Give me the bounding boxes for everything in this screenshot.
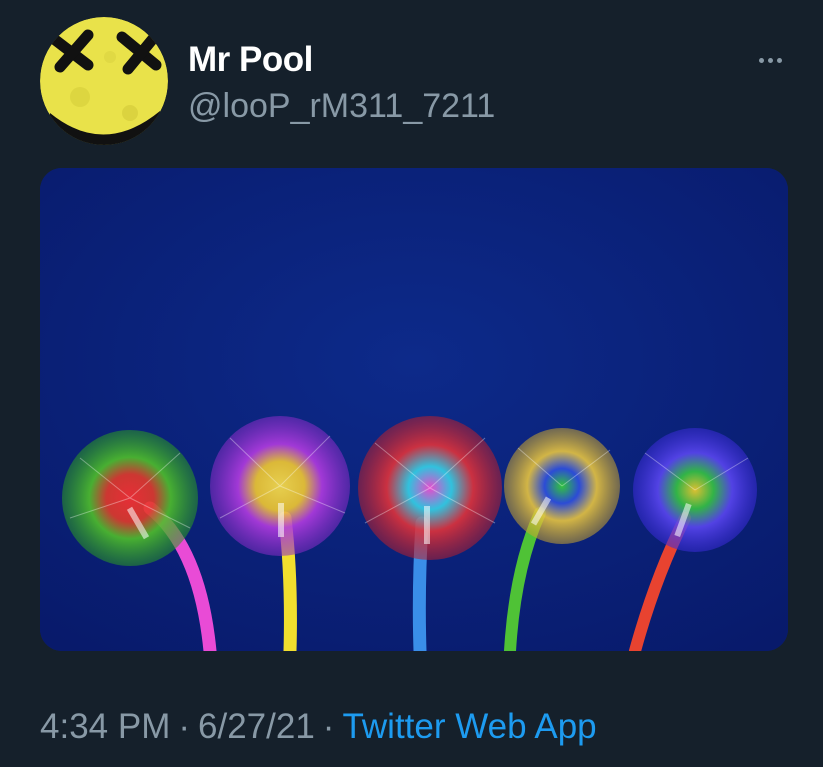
more-options-button[interactable] [745, 46, 795, 74]
user-handle[interactable]: @looP_rM311_7211 [188, 84, 495, 128]
separator: · [178, 707, 191, 746]
avatar[interactable] [40, 17, 168, 145]
tweet-media-image[interactable] [40, 168, 788, 651]
tweet-source-link[interactable]: Twitter Web App [342, 707, 596, 746]
more-horizontal-icon [776, 57, 782, 63]
dandelions-illustration [40, 168, 788, 651]
display-name[interactable]: Mr Pool [188, 38, 313, 82]
tweet: Mr Pool @looP_rM311_7211 4:34 PM · 6/27/… [0, 0, 823, 767]
tweet-time[interactable]: 4:34 PM [40, 707, 170, 746]
more-horizontal-icon [758, 57, 764, 63]
tweet-date[interactable]: 6/27/21 [198, 707, 315, 746]
tweet-metadata: 4:34 PM · 6/27/21 · Twitter Web App [40, 704, 597, 750]
separator: · [322, 707, 335, 746]
avatar-image [40, 17, 168, 145]
more-horizontal-icon [767, 57, 773, 63]
